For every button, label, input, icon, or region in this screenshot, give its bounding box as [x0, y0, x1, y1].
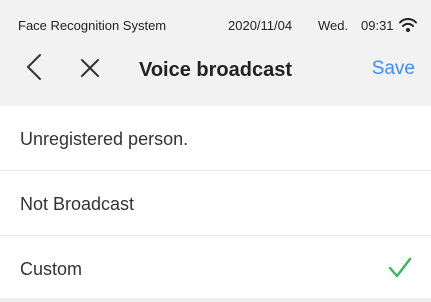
- option-custom[interactable]: Custom: [0, 236, 431, 301]
- status-date: 2020/11/04: [228, 18, 293, 33]
- broadcast-options-list: Unregistered person. Not Broadcast Custo…: [0, 106, 431, 301]
- status-bar: Face Recognition System 2020/11/04 Wed. …: [0, 0, 431, 36]
- bottom-divider: [0, 298, 431, 302]
- wifi-icon: [399, 18, 417, 32]
- option-not-broadcast[interactable]: Not Broadcast: [0, 171, 431, 236]
- screen: Face Recognition System 2020/11/04 Wed. …: [0, 0, 431, 302]
- page-title: Voice broadcast: [138, 59, 293, 81]
- status-day: Wed.: [318, 18, 349, 33]
- navigation-bar: Voice broadcast Save: [0, 36, 431, 106]
- option-label: Custom: [20, 259, 83, 279]
- status-time: 09:31: [361, 18, 394, 33]
- option-unregistered-person[interactable]: Unregistered person.: [0, 106, 431, 171]
- option-label: Unregistered person.: [20, 129, 189, 149]
- save-button[interactable]: Save: [372, 57, 415, 81]
- status-app-name: Face Recognition System: [18, 18, 167, 33]
- checkmark-icon: [388, 257, 412, 278]
- option-label: Not Broadcast: [20, 194, 135, 214]
